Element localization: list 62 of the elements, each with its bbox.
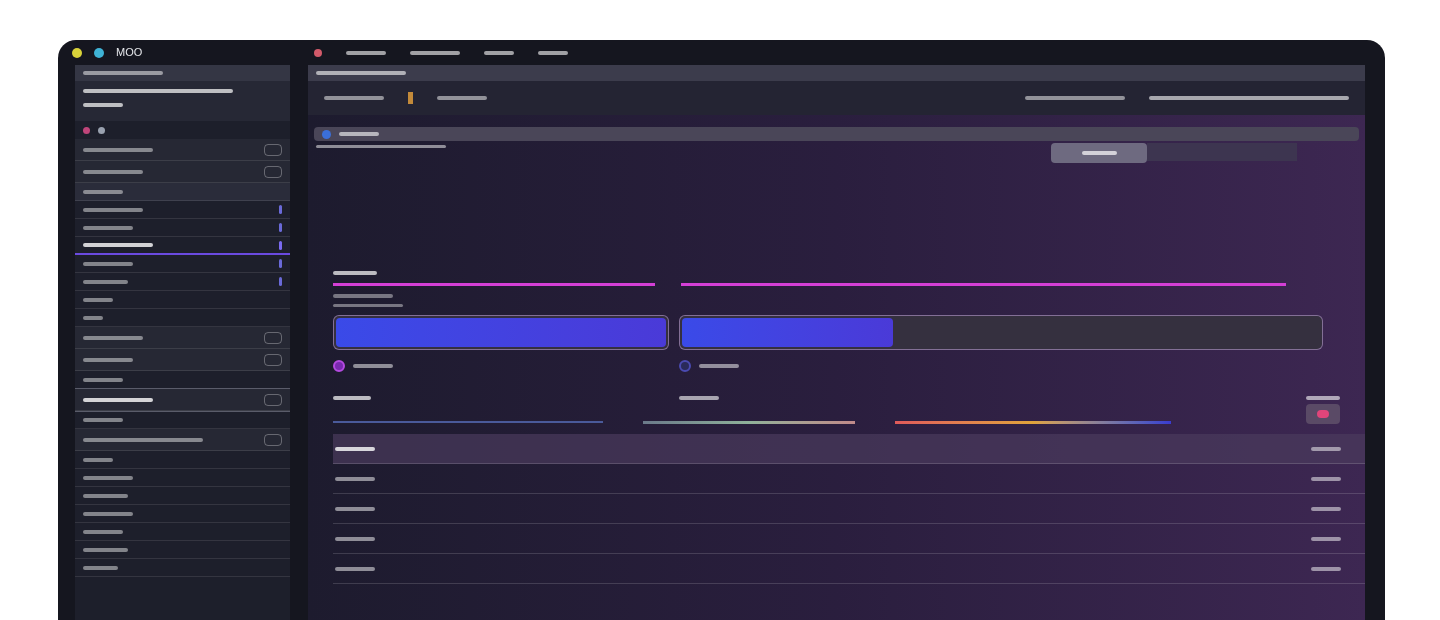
illegible-text-bar [1311, 476, 1341, 481]
toggle-icon[interactable] [264, 143, 282, 156]
illegible-text-bar [335, 566, 375, 571]
illegible-text-bar [1311, 566, 1341, 571]
window-title: MOO [116, 45, 143, 61]
illegible-text-bar [339, 132, 379, 136]
illegible-text-bar [333, 396, 371, 400]
illegible-text-bar [83, 297, 113, 302]
illegible-text-bar [83, 357, 133, 362]
illegible-text-bar [83, 397, 153, 402]
illegible-text-bar [353, 364, 393, 368]
radio-button[interactable] [679, 360, 691, 372]
illegible-text-bar [83, 279, 128, 284]
illegible-text-bar [83, 207, 143, 212]
illegible-text-bar [83, 169, 143, 174]
illegible-text-bar [1311, 536, 1341, 541]
illegible-text-bar [335, 476, 375, 481]
illegible-text-bar [83, 225, 133, 230]
illegible-text-bar [333, 294, 393, 298]
illegible-text-bar [83, 315, 103, 320]
illegible-text-bar [335, 536, 375, 541]
illegible-text-bar [699, 364, 739, 368]
illegible-text-bar [538, 50, 569, 55]
illegible-text-bar [83, 377, 123, 382]
illegible-text-bar [679, 396, 719, 400]
illegible-text-bar [83, 511, 133, 516]
illegible-text-bar [83, 147, 153, 152]
globe-icon [322, 129, 331, 139]
illegible-text-bar [83, 103, 123, 107]
illegible-text-bar [83, 565, 118, 570]
illegible-text-bar [324, 96, 384, 100]
illegible-text-bar [335, 506, 375, 511]
illegible-text-bar [83, 547, 128, 552]
toggle-icon[interactable] [264, 393, 282, 406]
toggle-icon[interactable] [264, 433, 282, 446]
illegible-text-bar [335, 446, 375, 451]
illegible-text-bar [1311, 446, 1341, 451]
action-button[interactable] [1051, 143, 1147, 163]
illegible-text-bar [83, 335, 143, 340]
illegible-text-bar [484, 50, 515, 55]
illegible-text-bar [83, 475, 133, 480]
illegible-text-bar [333, 304, 403, 307]
toggle-icon[interactable] [264, 331, 282, 344]
illegible-text-bar [83, 243, 153, 247]
illegible-text-bar [83, 457, 113, 462]
illegible-text-bar [83, 261, 133, 266]
illegible-text-bar [346, 50, 387, 55]
illegible-text-bar [83, 529, 123, 534]
illegible-text-bar [1306, 396, 1340, 400]
illegible-text-bar [83, 189, 123, 194]
illegible-text-bar [437, 96, 487, 100]
illegible-text-bar [410, 50, 461, 55]
menu-icon[interactable] [314, 48, 323, 57]
illegible-text-bar [1081, 151, 1117, 155]
illegible-text-bar [1311, 506, 1341, 511]
heart-button[interactable] [1306, 404, 1340, 424]
toggle-icon[interactable] [264, 353, 282, 366]
toggle-icon[interactable] [264, 165, 282, 178]
illegible-text-bar [83, 493, 128, 498]
illegible-text-bar [83, 417, 123, 422]
illegible-text-bar [333, 271, 377, 275]
radio-button[interactable] [333, 360, 345, 372]
